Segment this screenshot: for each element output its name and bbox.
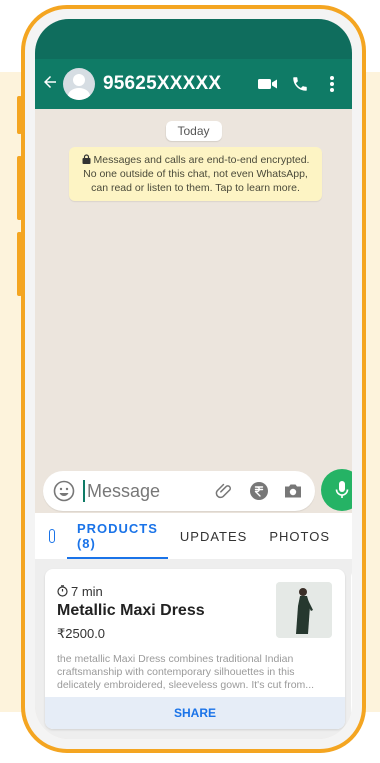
product-tray: 7 min Metallic Maxi Dress ₹2500.0 the me… (35, 559, 352, 739)
tab-photos[interactable]: PHOTOS (269, 515, 330, 558)
product-time: 7 min (57, 584, 103, 599)
voice-call-icon[interactable] (284, 68, 316, 100)
product-price: ₹2500.0 (57, 626, 106, 641)
background-strip (364, 72, 380, 712)
avatar[interactable] (63, 68, 95, 100)
tab-products[interactable]: PRODUCTS (8) (66, 507, 168, 565)
encryption-notice-text: Messages and calls are end-to-end encryp… (83, 154, 310, 194)
video-call-icon[interactable] (252, 68, 284, 100)
phone-frame: 95625XXXXX Today Messages and calls are … (21, 5, 366, 753)
attach-icon[interactable] (215, 481, 235, 501)
chat-header: 95625XXXXX (35, 59, 352, 109)
rupee-payment-icon[interactable] (249, 481, 269, 501)
more-vert-icon[interactable] (316, 68, 348, 100)
date-chip: Today (165, 121, 222, 141)
product-description: the metallic Maxi Dress combines traditi… (57, 653, 315, 691)
mic-button[interactable] (321, 469, 352, 511)
product-thumbnail[interactable] (276, 582, 332, 638)
message-input[interactable]: Message (83, 480, 215, 502)
encryption-notice[interactable]: Messages and calls are end-to-end encryp… (69, 147, 322, 201)
next-product-card[interactable] (351, 569, 352, 729)
tab-updates[interactable]: UPDATES (180, 515, 247, 558)
mic-icon (335, 481, 349, 498)
share-button[interactable]: SHARE (45, 697, 345, 729)
product-time-text: 7 min (71, 584, 103, 599)
phone-screen: 95625XXXXX Today Messages and calls are … (35, 19, 352, 739)
status-bar (35, 19, 352, 59)
back-arrow-icon[interactable] (41, 73, 61, 95)
lock-icon (82, 154, 91, 164)
message-box[interactable]: Message (43, 471, 315, 511)
contact-name[interactable]: 95625XXXXX (103, 73, 252, 95)
timer-icon (57, 585, 68, 597)
chat-area: Today Messages and calls are end-to-end … (35, 109, 352, 468)
product-title: Metallic Maxi Dress (57, 602, 205, 619)
emoji-icon[interactable] (53, 480, 75, 502)
camera-icon[interactable] (283, 482, 303, 500)
product-card[interactable]: 7 min Metallic Maxi Dress ₹2500.0 the me… (45, 569, 345, 729)
tab-bar: PRODUCTS (8) UPDATES PHOTOS (35, 513, 352, 560)
keyboard-icon[interactable] (49, 529, 55, 543)
